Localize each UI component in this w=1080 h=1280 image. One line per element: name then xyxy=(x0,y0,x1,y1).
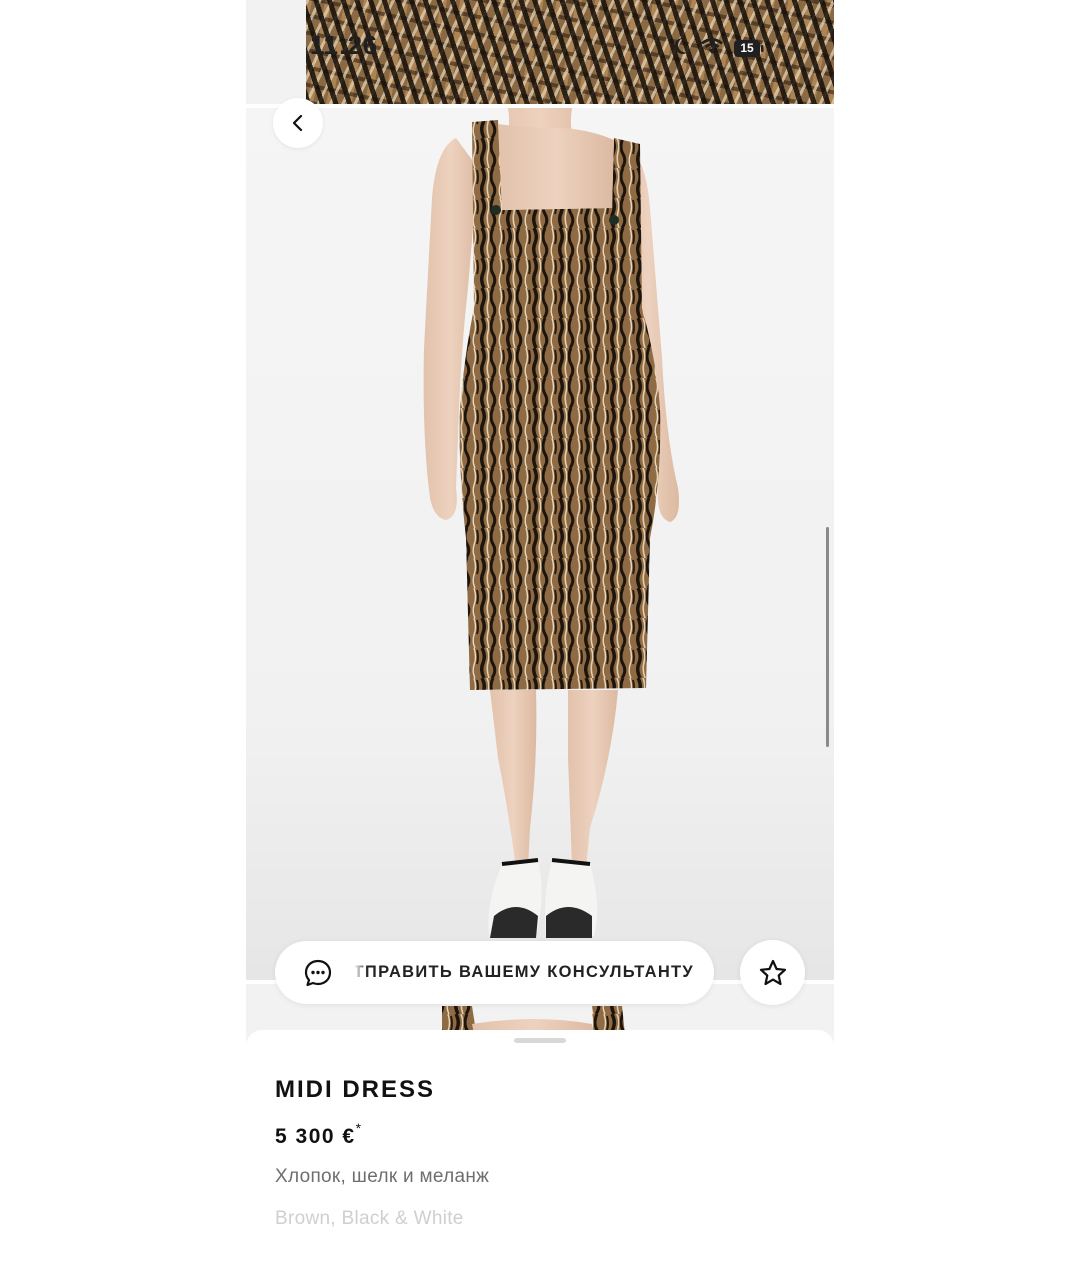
product-color: Brown, Black & White xyxy=(275,1208,464,1229)
battery-level: 15 xyxy=(740,40,754,55)
product-title: MIDI DRESS xyxy=(275,1076,436,1103)
model-photo xyxy=(423,108,679,938)
chat-consultant-button[interactable]: ОТПРАВИТЬ ВАШЕМУ КОНСУЛЬТАНТУ xyxy=(275,941,714,1004)
sheet-grabber[interactable] xyxy=(514,1038,566,1043)
product-info-sheet[interactable]: MIDI DRESS 5 300 €* Хлопок, шелк и мелан… xyxy=(246,1030,834,1280)
product-material: Хлопок, шелк и меланж xyxy=(275,1166,490,1187)
chat-consultant-label: ОТПРАВИТЬ ВАШЕМУ КОНСУЛЬТАНТУ xyxy=(354,963,694,981)
star-icon xyxy=(759,959,786,985)
chevron-left-icon xyxy=(292,114,303,132)
status-icons: 15 xyxy=(670,36,764,60)
battery-icon: 15 xyxy=(734,39,764,57)
gallery-scroll-indicator[interactable] xyxy=(826,527,829,747)
favorite-button[interactable] xyxy=(740,940,805,1005)
back-button[interactable] xyxy=(273,98,323,148)
product-price: 5 300 €* xyxy=(275,1120,362,1148)
wifi-icon xyxy=(700,37,724,59)
do-not-disturb-icon xyxy=(670,36,690,60)
status-time: 11:26 xyxy=(310,30,378,60)
price-footnote-mark: * xyxy=(355,1120,362,1136)
app-screen: 11:26 15 ОТПРАВИТЬ ВАШЕМУ КОНСУЛЬТАНТУ M… xyxy=(246,0,834,1280)
chat-bubble-icon xyxy=(304,959,332,987)
product-image-main[interactable] xyxy=(246,108,834,980)
